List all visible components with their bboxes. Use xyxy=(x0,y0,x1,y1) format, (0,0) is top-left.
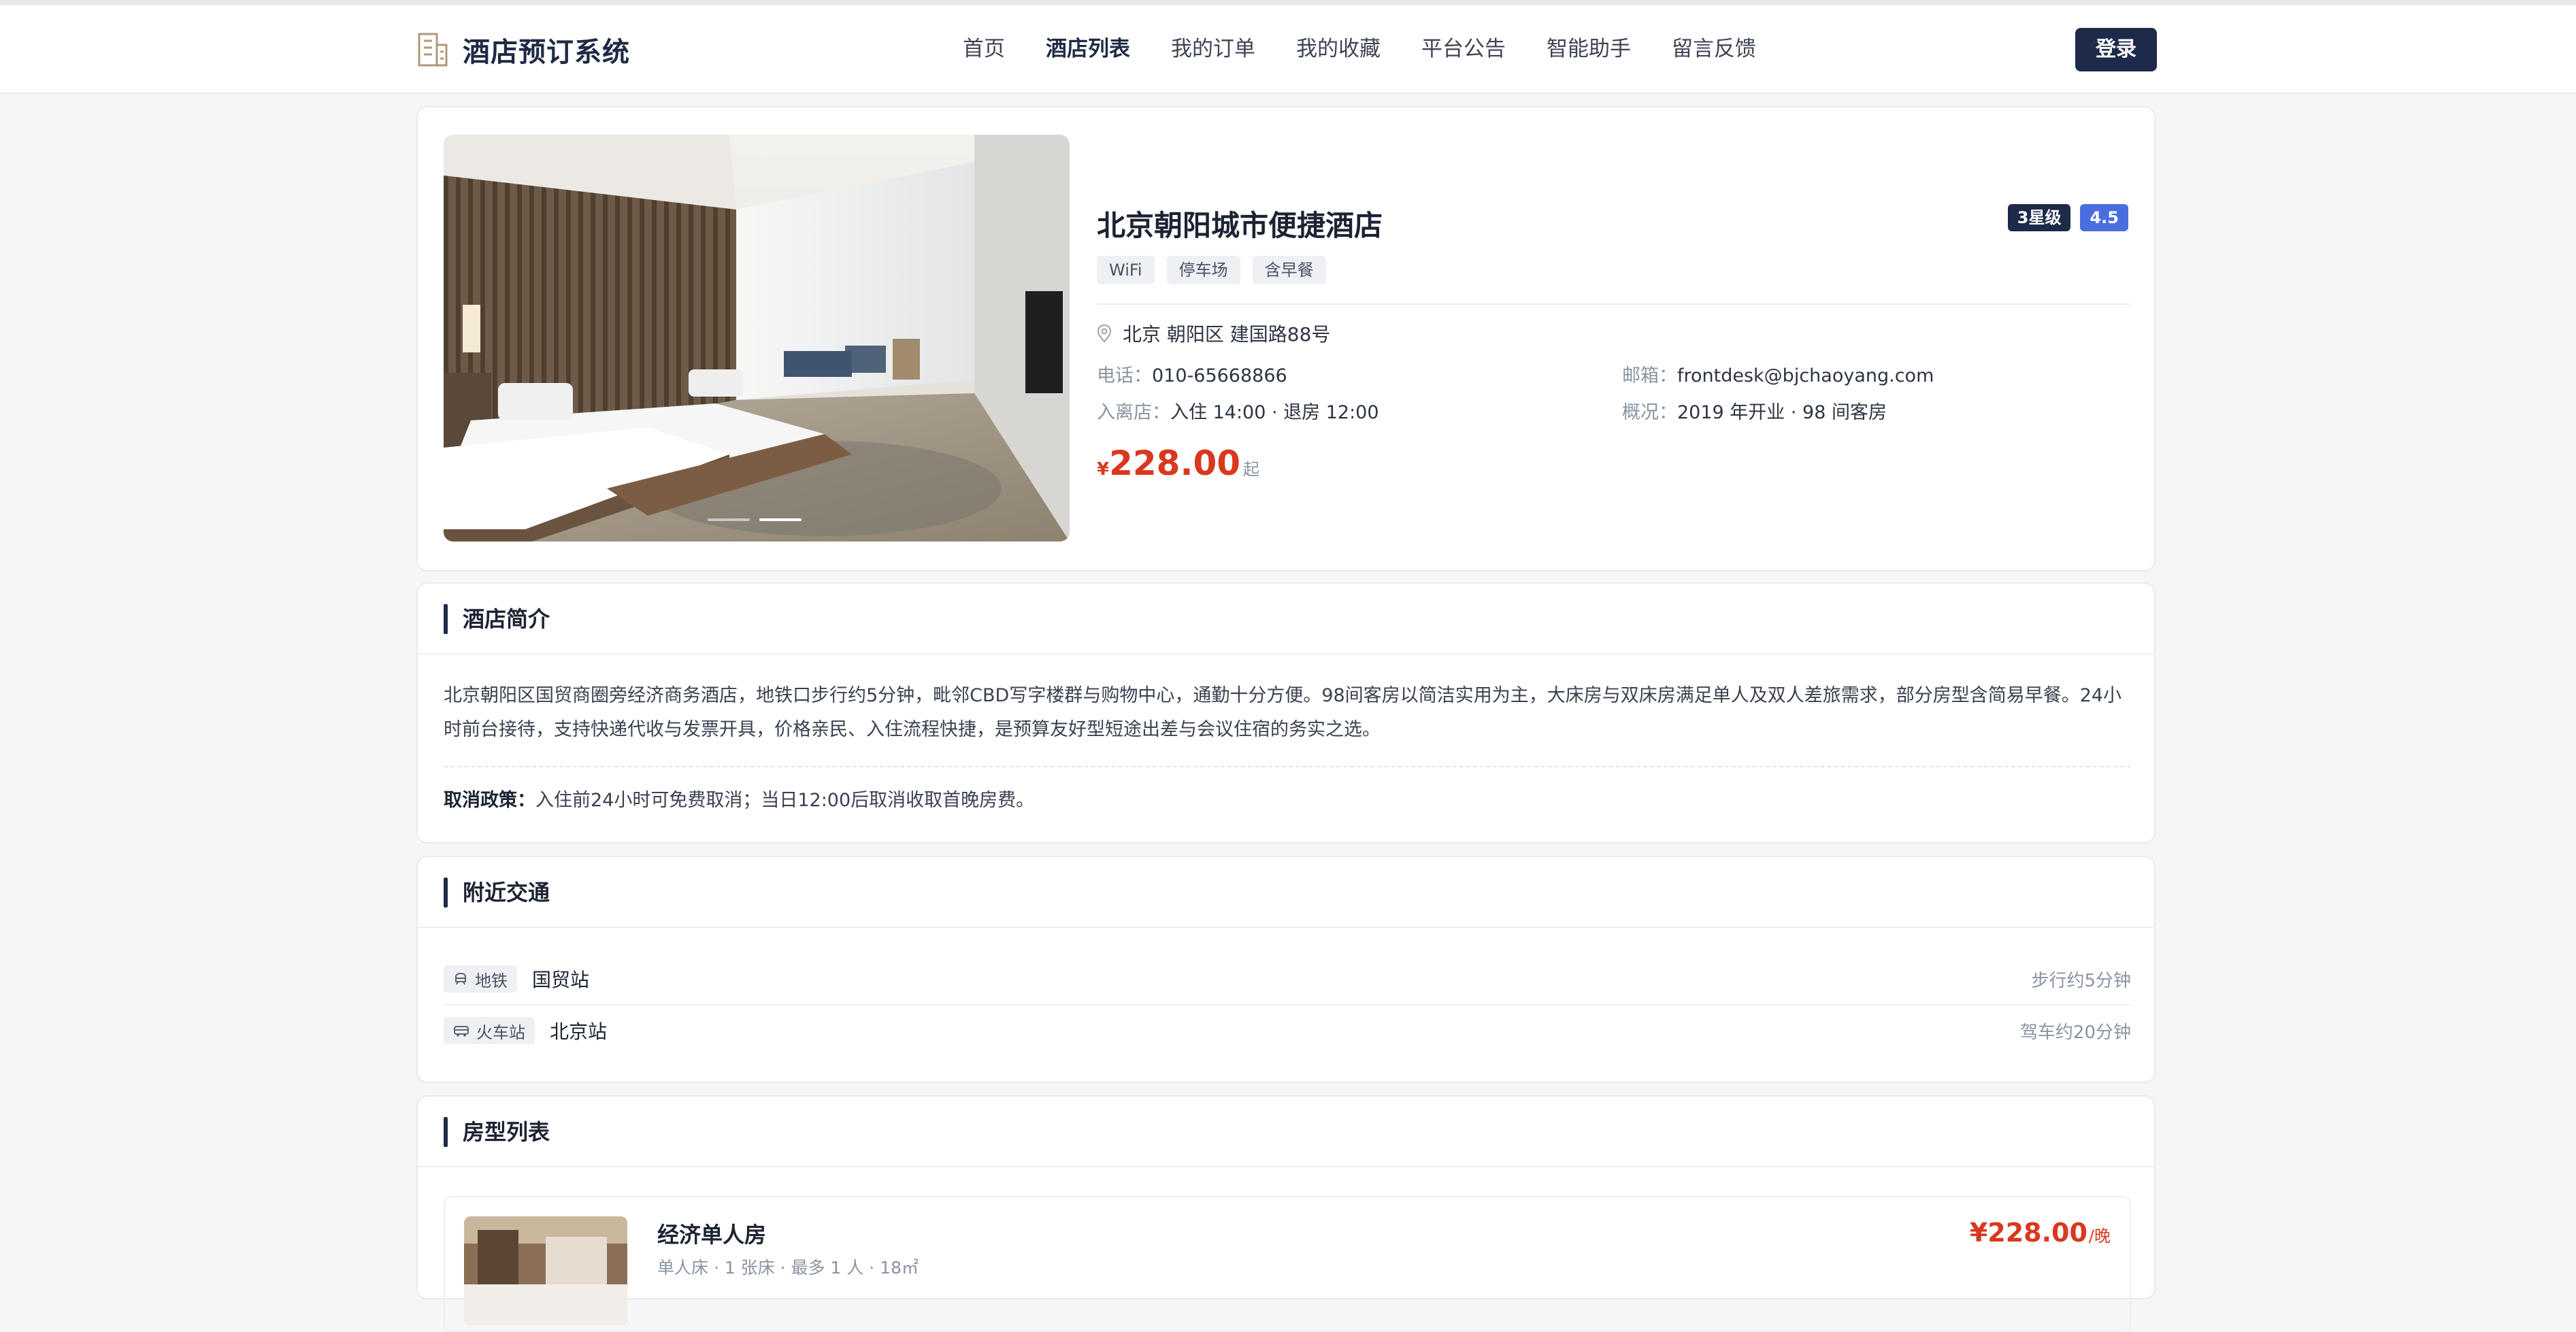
checkin-info: 入离店：入住 14:00 · 退房 12:00 xyxy=(1097,397,1379,424)
price-unit: 起 xyxy=(1243,460,1260,479)
carousel-indicators xyxy=(708,518,811,521)
overview-info: 概况：2019 年开业 · 98 间客房 xyxy=(1622,397,1887,424)
policy-text: 入住前24小时可免费取消；当日12:00后取消收取首晚房费。 xyxy=(535,790,1035,811)
email-value: frontdesk@bjchaoyang.com xyxy=(1677,365,1934,386)
nav-hotel-list[interactable]: 酒店列表 xyxy=(1046,34,1130,64)
traffic-row: 火车站 北京站 驾车约20分钟 xyxy=(444,1005,2131,1056)
star-level-badge: 3星级 xyxy=(2007,204,2071,231)
brand-title: 酒店预订系统 xyxy=(463,37,630,68)
room-price-unit: /晚 xyxy=(2088,1227,2111,1246)
room-card[interactable]: 经济单人房 单人床 · 1 张床 · 最多 1 人 · 18㎡ ¥228.00 … xyxy=(444,1196,2131,1332)
hotel-intro-section: 酒店简介 北京朝阳区国贸商圈旁经济商务酒店，地铁口步行约5分钟，毗邻CBD写字楼… xyxy=(416,582,2156,844)
rating-badge: 4.5 xyxy=(2080,204,2128,231)
section-accent-bar xyxy=(444,878,448,908)
top-navbar: 酒店预订系统 首页 酒店列表 我的订单 我的收藏 平台公告 智能助手 留言反馈 … xyxy=(0,5,2576,94)
nav-feedback[interactable]: 留言反馈 xyxy=(1672,34,1756,64)
traffic-type-label: 火车站 xyxy=(476,1022,525,1042)
station-distance: 步行约5分钟 xyxy=(2031,970,2131,991)
station-name: 国贸站 xyxy=(532,969,590,991)
location-pin-icon xyxy=(1097,324,1112,343)
section-header: 房型列表 xyxy=(418,1097,2154,1167)
traffic-type-tag: 火车站 xyxy=(444,1017,535,1044)
overview-value: 2019 年开业 · 98 间客房 xyxy=(1677,402,1887,423)
room-price: ¥228.00 /晚 xyxy=(1970,1218,2111,1248)
policy-label: 取消政策： xyxy=(444,790,535,811)
price-currency: ¥ xyxy=(1097,459,1110,480)
divider xyxy=(1097,303,2130,305)
room-meta: 单人床 · 1 张床 · 最多 1 人 · 18㎡ xyxy=(657,1258,919,1278)
brand[interactable]: 酒店预订系统 xyxy=(416,30,630,69)
amenity-tag: 停车场 xyxy=(1166,256,1240,284)
hotel-address: 北京 朝阳区 建国路88号 xyxy=(1097,320,1330,347)
room-price-value: ¥228.00 xyxy=(1969,1218,2087,1248)
station-name: 北京站 xyxy=(550,1020,608,1043)
hotel-price: ¥ 228.00 起 xyxy=(1097,444,1259,483)
section-accent-bar xyxy=(444,1117,448,1147)
hotel-room-photo xyxy=(444,135,1070,542)
nav-home[interactable]: 首页 xyxy=(963,34,1005,64)
nearby-traffic-section: 附近交通 地铁 国贸站 步行约5分钟 火车站 北京站 驾车约20分钟 xyxy=(416,856,2156,1083)
price-value: 228.00 xyxy=(1109,444,1241,483)
intro-text: 北京朝阳区国贸商圈旁经济商务酒店，地铁口步行约5分钟，毗邻CBD写字楼群与购物中… xyxy=(444,685,2122,740)
top-border xyxy=(0,0,2576,5)
section-title: 酒店简介 xyxy=(463,606,550,632)
nav-assistant[interactable]: 智能助手 xyxy=(1547,34,1631,64)
login-button[interactable]: 登录 xyxy=(2075,28,2157,71)
carousel-dot-1[interactable] xyxy=(708,518,750,521)
address-text: 北京 朝阳区 建国路88号 xyxy=(1123,323,1331,346)
section-accent-bar xyxy=(444,604,448,634)
section-title: 房型列表 xyxy=(463,1119,550,1145)
main-nav: 首页 酒店列表 我的订单 我的收藏 平台公告 智能助手 留言反馈 xyxy=(963,34,1797,64)
carousel-dot-2[interactable] xyxy=(759,518,802,521)
phone-info: 电话：010-65668866 xyxy=(1097,361,1287,387)
nav-my-orders[interactable]: 我的订单 xyxy=(1171,34,1255,64)
dashed-divider xyxy=(444,766,2131,767)
checkin-value: 入住 14:00 · 退房 12:00 xyxy=(1170,402,1379,423)
building-icon xyxy=(418,33,448,67)
cancellation-policy: 取消政策：入住前24小时可免费取消；当日12:00后取消收取首晚房费。 xyxy=(444,785,1034,812)
amenity-tags: WiFi 停车场 含早餐 xyxy=(1097,256,1338,284)
email-info: 邮箱：frontdesk@bjchaoyang.com xyxy=(1622,361,1934,387)
room-thumbnail xyxy=(464,1216,627,1325)
hotel-summary-card: 北京朝阳城市便捷酒店 3星级 4.5 WiFi 停车场 含早餐 北京 朝阳区 建… xyxy=(416,106,2156,571)
hotel-name: 北京朝阳城市便捷酒店 xyxy=(1097,209,1383,242)
room-photo xyxy=(464,1216,627,1325)
phone-label: 电话： xyxy=(1097,365,1152,386)
traffic-type-label: 地铁 xyxy=(475,971,508,990)
amenity-tag: WiFi xyxy=(1097,256,1155,284)
subway-icon xyxy=(455,973,466,985)
section-header: 酒店简介 xyxy=(418,584,2154,654)
station-distance: 驾车约20分钟 xyxy=(2019,1022,2131,1043)
train-icon xyxy=(454,1026,469,1037)
amenity-tag: 含早餐 xyxy=(1252,256,1326,284)
overview-label: 概况： xyxy=(1622,402,1677,423)
section-title: 附近交通 xyxy=(463,880,550,905)
hotel-photo-carousel[interactable] xyxy=(444,135,1070,542)
nav-announcements[interactable]: 平台公告 xyxy=(1421,34,1506,64)
traffic-type-tag: 地铁 xyxy=(444,965,517,993)
phone-value: 010-65668866 xyxy=(1152,365,1287,386)
traffic-row: 地铁 国贸站 步行约5分钟 xyxy=(444,954,2131,1005)
nav-my-favorites[interactable]: 我的收藏 xyxy=(1296,34,1381,64)
room-name: 经济单人房 xyxy=(657,1222,767,1248)
room-list-section: 房型列表 经济单人房 单人床 · 1 张床 · 最多 1 人 · 18㎡ ¥22… xyxy=(416,1095,2156,1332)
email-label: 邮箱： xyxy=(1622,365,1677,386)
section-header: 附近交通 xyxy=(418,857,2154,928)
checkin-label: 入离店： xyxy=(1097,402,1170,423)
hotel-badges: 3星级 4.5 xyxy=(1998,204,2128,231)
